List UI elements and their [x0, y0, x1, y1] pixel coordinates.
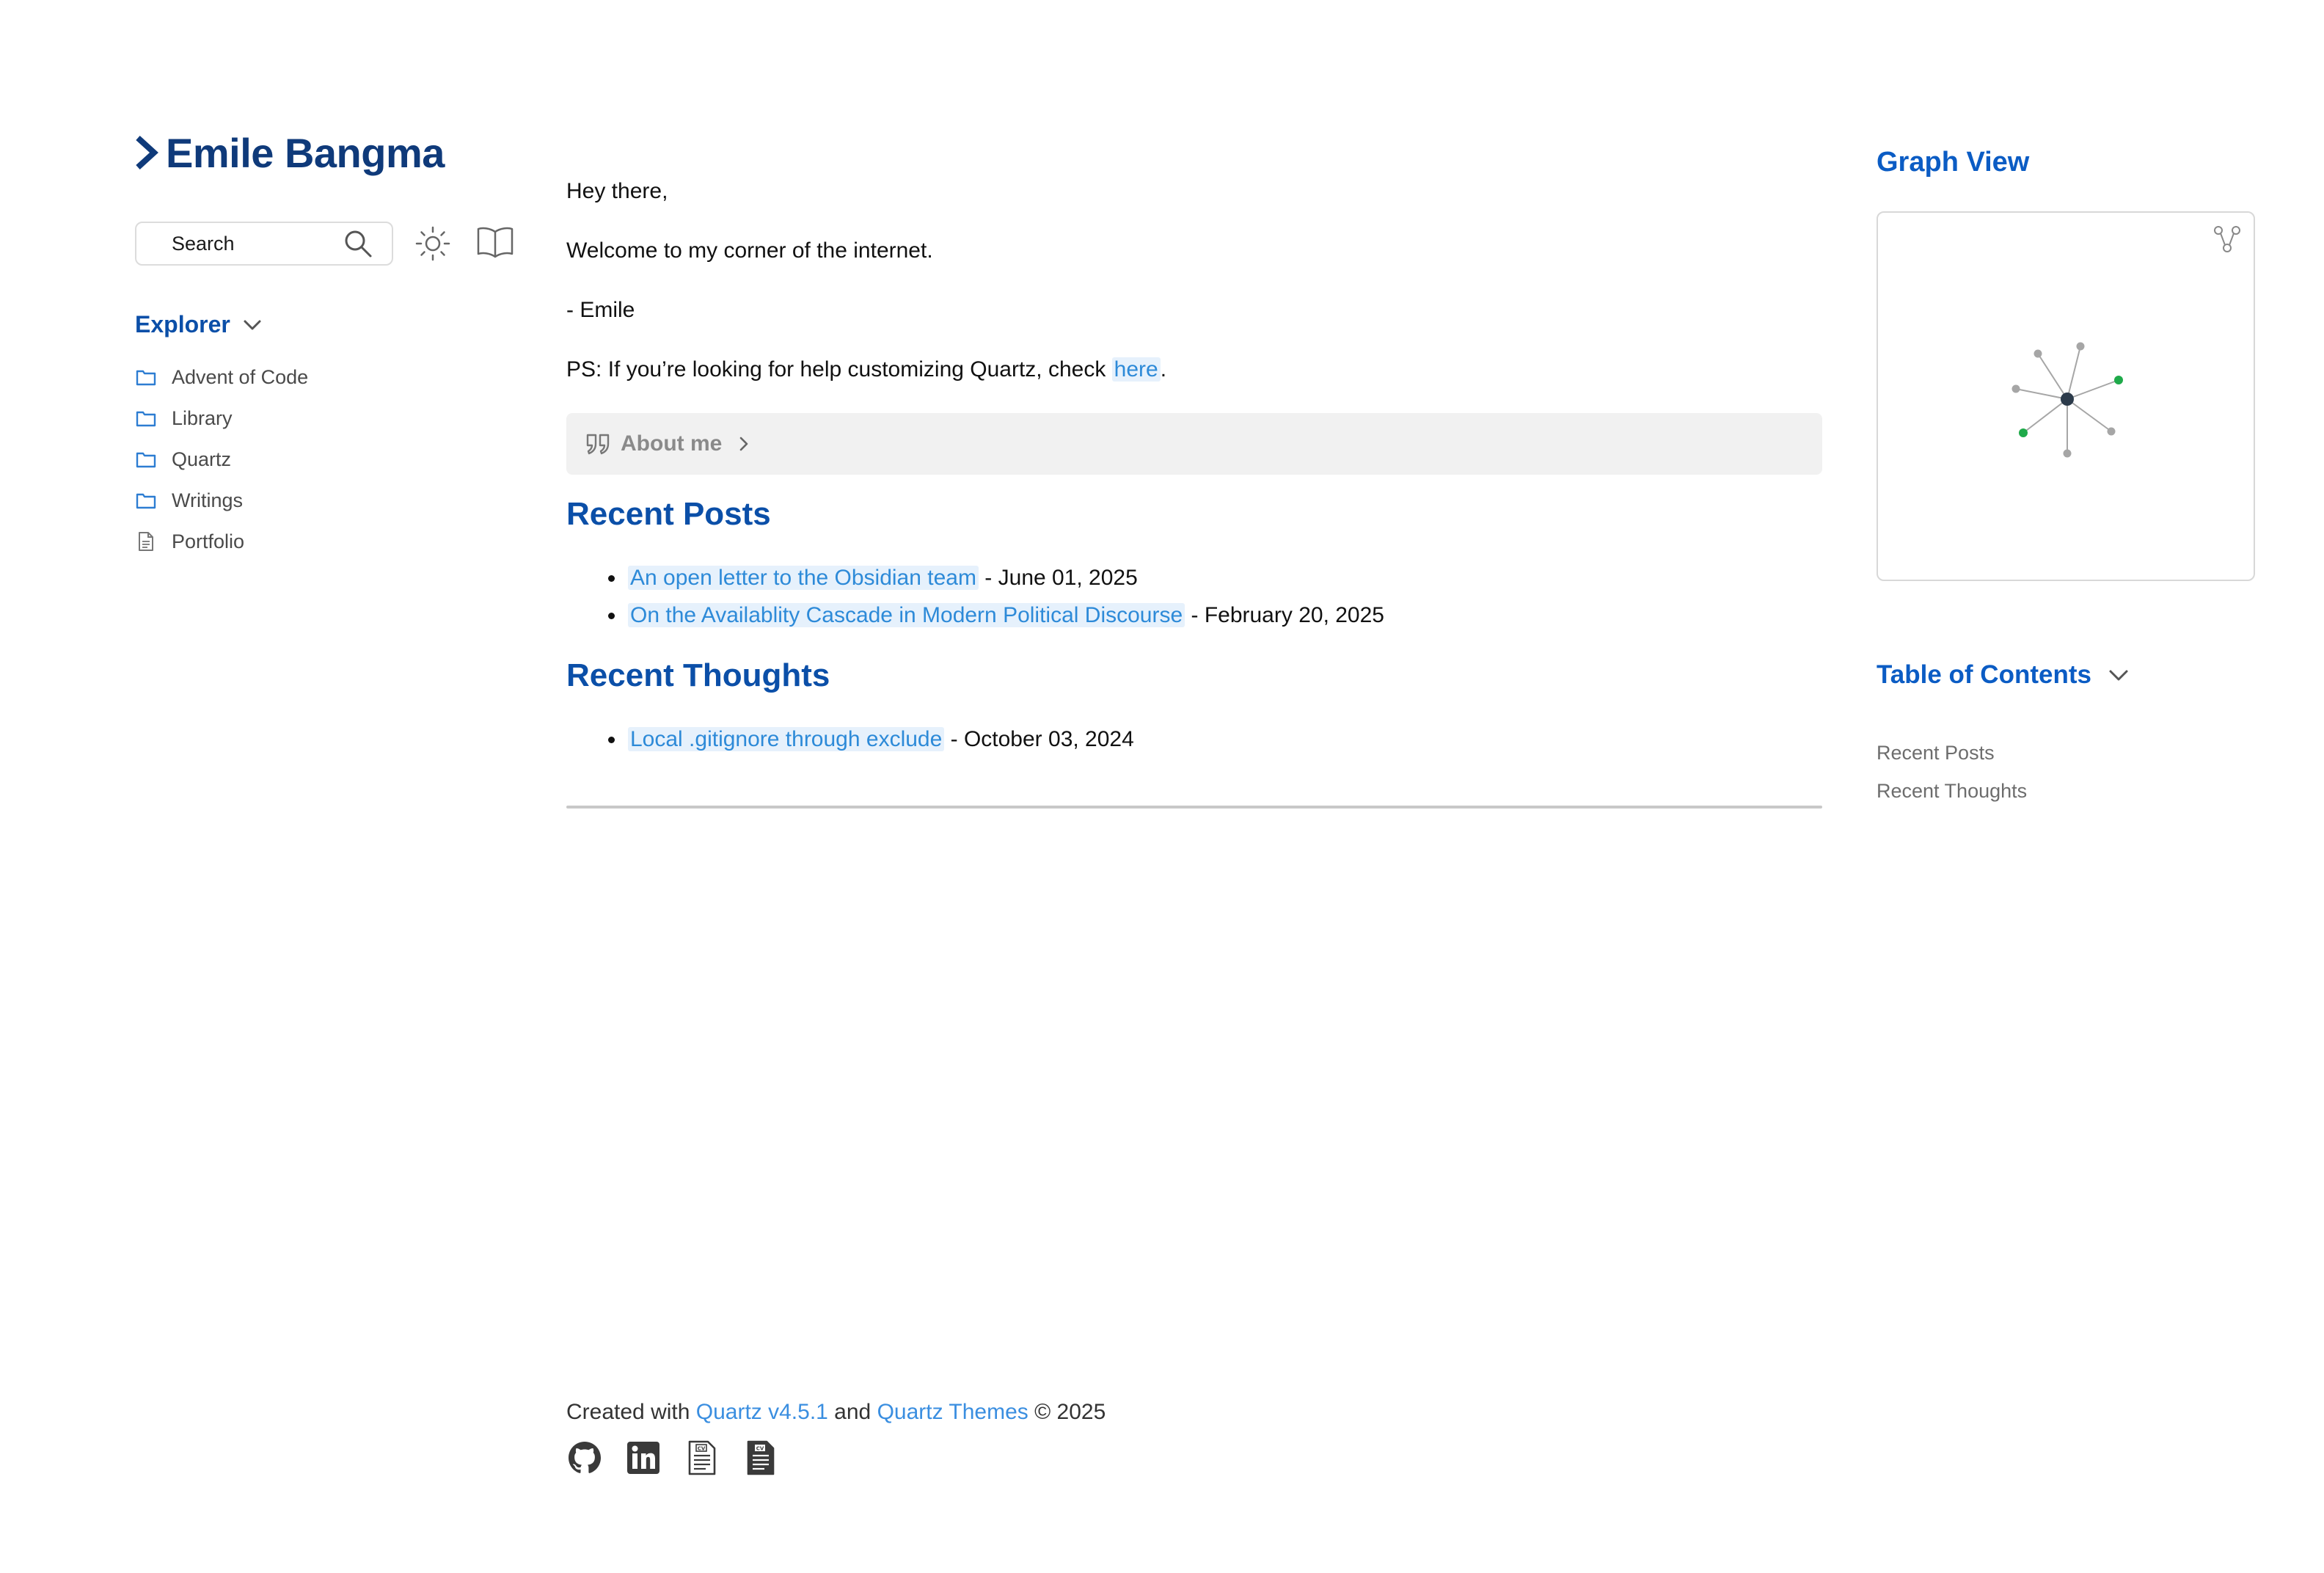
cv-alt-link[interactable]: CV	[742, 1439, 779, 1476]
linkedin-link[interactable]	[625, 1439, 662, 1476]
recent-posts-list: An open letter to the Obsidian team - Ju…	[566, 559, 1384, 634]
global-graph-icon[interactable]	[2211, 223, 2243, 255]
graph-node-current	[2061, 393, 2074, 406]
explorer-list: Advent of Code Library Quartz Writings P…	[135, 357, 308, 562]
chevron-right-icon	[136, 136, 158, 169]
svg-text:CV: CV	[698, 1446, 706, 1452]
about-me-callout[interactable]: About me	[566, 413, 1822, 475]
footer-suffix: © 2025	[1028, 1400, 1106, 1424]
folder-icon	[136, 370, 156, 386]
svg-text:CV: CV	[756, 1446, 764, 1452]
toc-title: Table of Contents	[1877, 660, 2091, 689]
footer-link-quartz-themes[interactable]: Quartz Themes	[877, 1400, 1028, 1424]
graph-view-title: Graph View	[1877, 147, 2030, 178]
github-link[interactable]	[566, 1439, 603, 1476]
thought-date: - October 03, 2024	[944, 727, 1134, 751]
darkmode-toggle[interactable]	[414, 225, 452, 263]
file-icon	[139, 532, 153, 551]
sun-icon	[415, 226, 450, 261]
reader-mode-toggle[interactable]	[475, 225, 515, 260]
graph-node-linked	[2114, 376, 2123, 384]
ps-text: PS: If you’re looking for help customizi…	[566, 357, 1112, 382]
recent-posts-heading: Recent Posts	[566, 496, 771, 532]
graph-node	[2107, 427, 2116, 436]
list-item: An open letter to the Obsidian team - Ju…	[566, 559, 1384, 596]
explorer-toggle[interactable]: Explorer	[135, 311, 264, 338]
post-link[interactable]: An open letter to the Obsidian team	[628, 566, 979, 590]
graph-node	[2011, 384, 2020, 393]
chevron-down-icon	[244, 320, 261, 329]
graph-view[interactable]	[1877, 211, 2255, 581]
chevron-down-icon	[2109, 670, 2128, 681]
explorer-item-label: Quartz	[172, 448, 232, 470]
graph-node	[2063, 449, 2072, 458]
cv-outline-icon: CV	[688, 1440, 716, 1475]
folder-icon	[136, 411, 156, 427]
ps-link-here[interactable]: here	[1111, 357, 1161, 382]
post-date: - June 01, 2025	[978, 566, 1138, 590]
quote-icon	[586, 434, 610, 455]
search-icon	[345, 230, 372, 258]
callout-title: About me	[621, 431, 723, 456]
footer-credits: Created with Quartz v4.5.1 and Quartz Th…	[566, 1400, 1106, 1425]
explorer-item-label: Writings	[172, 489, 244, 511]
site-title-text: Emile Bangma	[166, 129, 445, 176]
site-title[interactable]: Emile Bangma	[134, 123, 445, 182]
graph-node	[2034, 349, 2042, 358]
cv-filled-icon: CV	[747, 1440, 775, 1475]
thought-link[interactable]: Local .gitignore through exclude	[628, 727, 945, 751]
explorer-item-label: Advent of Code	[172, 365, 309, 388]
explorer-item-portfolio[interactable]: Portfolio	[135, 521, 308, 562]
ps-paragraph: PS: If you’re looking for help customizi…	[566, 357, 1166, 382]
linkedin-icon	[627, 1442, 659, 1474]
post-link[interactable]: On the Availablity Cascade in Modern Pol…	[628, 603, 1185, 627]
folder-icon	[136, 493, 156, 509]
chevron-right-icon	[740, 437, 748, 451]
post-date: - February 20, 2025	[1185, 603, 1384, 627]
list-item: Local .gitignore through exclude - Octob…	[566, 720, 1134, 758]
toc-item-recent-thoughts[interactable]: Recent Thoughts	[1877, 772, 2027, 810]
welcome-text: Welcome to my corner of the internet.	[566, 238, 933, 263]
search-label: Search	[172, 232, 235, 255]
search-button[interactable]: Search	[135, 222, 393, 266]
cv-link[interactable]: CV	[684, 1439, 720, 1476]
graph-canvas	[2011, 342, 2123, 458]
graph-node	[2076, 342, 2085, 351]
folder-icon	[136, 452, 156, 468]
explorer-item-label: Portfolio	[172, 530, 245, 552]
footer-social-links: CV CV	[566, 1439, 779, 1476]
explorer-item-advent-of-code[interactable]: Advent of Code	[135, 357, 308, 398]
explorer-item-quartz[interactable]: Quartz	[135, 439, 308, 480]
list-item: On the Availablity Cascade in Modern Pol…	[566, 596, 1384, 634]
toc-item-recent-posts[interactable]: Recent Posts	[1877, 734, 2027, 772]
github-icon	[569, 1442, 601, 1473]
explorer-item-library[interactable]: Library	[135, 398, 308, 439]
explorer-title: Explorer	[135, 311, 230, 337]
recent-thoughts-list: Local .gitignore through exclude - Octob…	[566, 720, 1134, 758]
signature-text: - Emile	[566, 298, 635, 322]
footer-middle: and	[827, 1400, 877, 1424]
graph-node-linked	[2019, 428, 2028, 437]
ps-end: .	[1160, 357, 1167, 382]
greeting-text: Hey there,	[566, 179, 668, 203]
footer-prefix: Created with	[566, 1400, 696, 1424]
footer-link-quartz[interactable]: Quartz v4.5.1	[696, 1400, 828, 1424]
explorer-item-label: Library	[172, 406, 233, 429]
toc-toggle[interactable]: Table of Contents	[1877, 660, 2131, 690]
book-open-icon	[477, 227, 514, 258]
content-divider	[566, 806, 1822, 809]
toc-list: Recent Posts Recent Thoughts	[1877, 734, 2027, 810]
recent-thoughts-heading: Recent Thoughts	[566, 657, 830, 693]
explorer-item-writings[interactable]: Writings	[135, 480, 308, 521]
